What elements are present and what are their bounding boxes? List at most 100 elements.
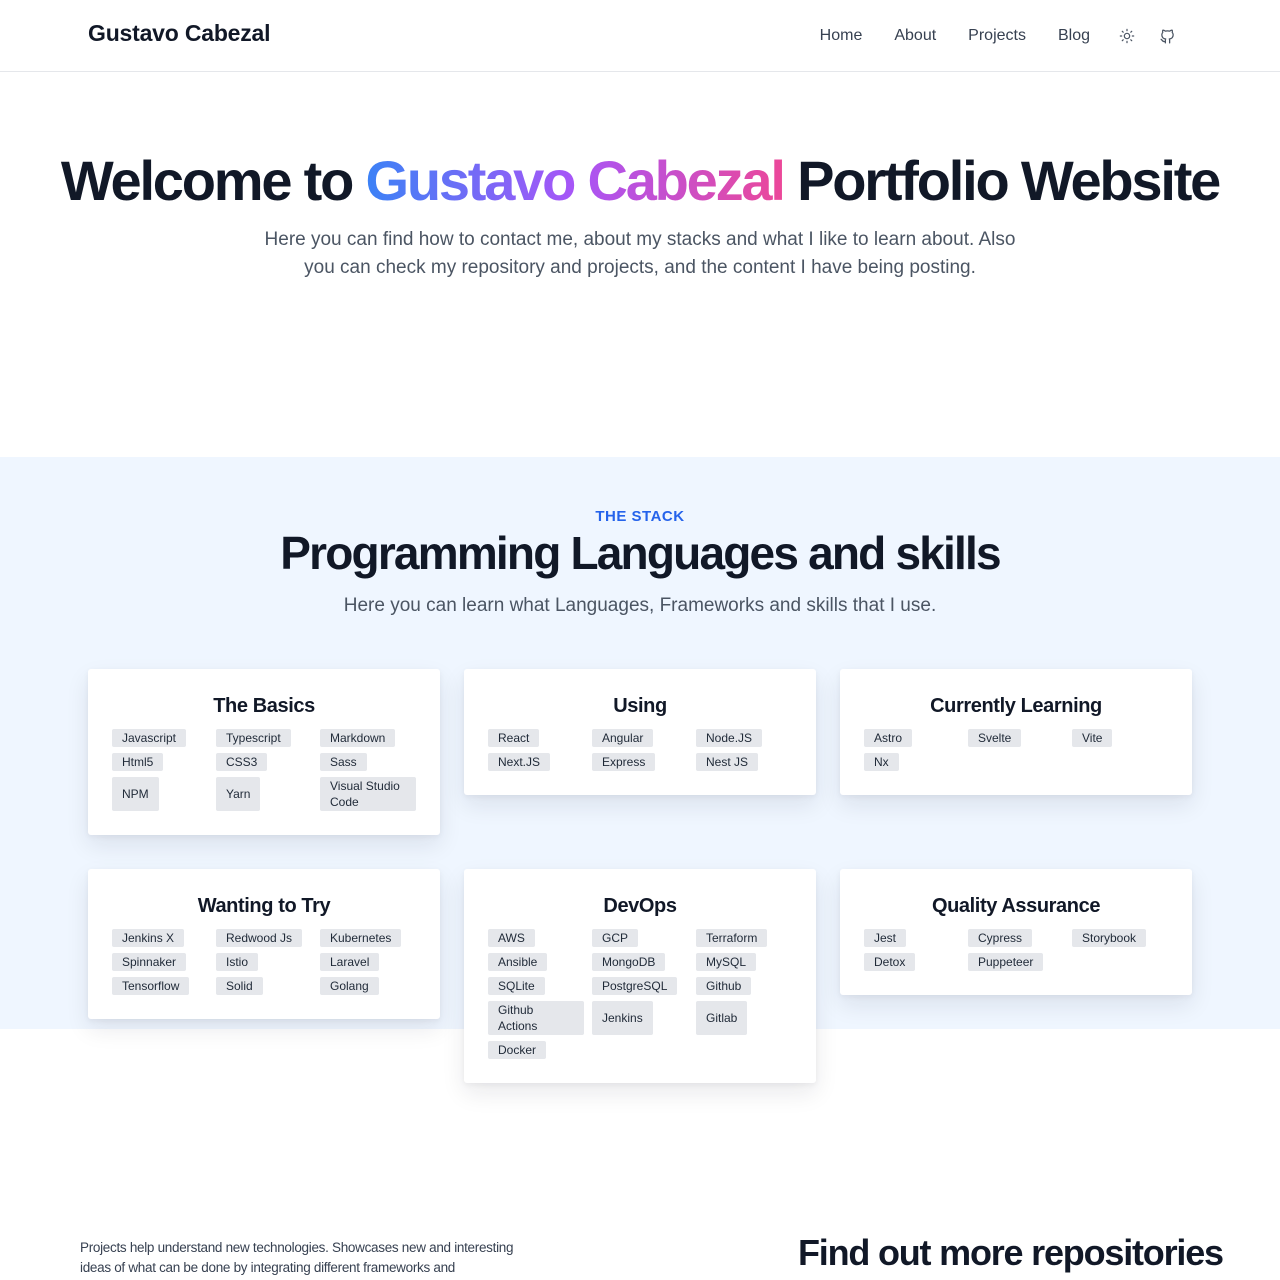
skill-tag: Spinnaker bbox=[112, 953, 187, 971]
tag-cell: Vite bbox=[1072, 729, 1168, 747]
skill-card-currently-learning: Currently Learning Astro Svelte Vite Nx bbox=[840, 669, 1192, 795]
skill-tag: Markdown bbox=[320, 729, 396, 747]
skill-tag: CSS3 bbox=[216, 753, 268, 771]
skill-tag: Laravel bbox=[320, 953, 380, 971]
tag-cell: Tensorflow bbox=[112, 977, 208, 995]
nav-home[interactable]: Home bbox=[820, 27, 863, 45]
nav-about[interactable]: About bbox=[894, 27, 936, 45]
skill-card-quality-assurance: Quality Assurance Jest Cypress Storybook De… bbox=[840, 869, 1192, 995]
skill-tag: Golang bbox=[320, 977, 379, 995]
tag-cell: Detox bbox=[864, 953, 960, 971]
skill-tag: Cypress bbox=[968, 929, 1033, 947]
tag-list: React Angular Node.JS Next.JS Express Nest JS bbox=[488, 729, 792, 771]
card-title: Using bbox=[613, 695, 667, 717]
skill-tag: Puppeteer bbox=[968, 953, 1044, 971]
skill-card-devops: DevOps AWS GCP Terraform Ansible MongoDB MySQ… bbox=[464, 869, 816, 1083]
tag-cell: Terraform bbox=[696, 929, 792, 947]
card-title: Wanting to Try bbox=[197, 895, 331, 917]
tag-cell: CSS3 bbox=[216, 753, 312, 771]
tag-cell: MySQL bbox=[696, 953, 792, 971]
skill-tag: Yarn bbox=[216, 777, 261, 811]
nav-projects[interactable]: Projects bbox=[968, 27, 1026, 45]
skill-tag: Istio bbox=[216, 953, 259, 971]
skill-tag: Github bbox=[696, 977, 752, 995]
tag-cell: Nest JS bbox=[696, 753, 792, 771]
tag-cell: Puppeteer bbox=[968, 953, 1064, 971]
card-title: Quality Assurance bbox=[931, 895, 1101, 917]
skill-tag: SQLite bbox=[488, 977, 545, 995]
nav-blog[interactable]: Blog bbox=[1058, 27, 1090, 45]
skill-tag: Vite bbox=[1072, 729, 1113, 747]
stack-title: Programming Languages and skills bbox=[280, 527, 1001, 579]
projects-description: Projects help understand new technologie… bbox=[80, 1240, 514, 1275]
skill-tag: Jenkins X bbox=[112, 929, 185, 947]
skill-card-basics: The Basics Javascript Typescript Markdown H… bbox=[88, 669, 440, 835]
tag-list: AWS GCP Terraform Ansible MongoDB MySQL SQLite… bbox=[488, 929, 792, 1059]
skill-tag: NPM bbox=[112, 777, 159, 811]
hero-subtitle: Here you can find how to contact me, abo… bbox=[264, 229, 1016, 278]
skill-tag: GCP bbox=[592, 929, 639, 947]
tag-cell: Markdown bbox=[320, 729, 416, 747]
tag-cell: AWS bbox=[488, 929, 584, 947]
tag-cell: Nx bbox=[864, 753, 960, 771]
github-link[interactable] bbox=[1158, 27, 1176, 45]
tag-cell: Kubernetes bbox=[320, 929, 416, 947]
skill-tag: Javascript bbox=[112, 729, 187, 747]
skill-tag: Astro bbox=[864, 729, 913, 747]
tag-cell: Svelte bbox=[968, 729, 1064, 747]
tag-cell: Next.JS bbox=[488, 753, 584, 771]
skill-tag: Svelte bbox=[968, 729, 1022, 747]
site-header: Gustavo Cabezal Home About Projects Blog bbox=[0, 0, 1280, 72]
tag-list: Astro Svelte Vite Nx bbox=[864, 729, 1168, 771]
skill-tag: PostgreSQL bbox=[592, 977, 678, 995]
skill-tag: Redwood Js bbox=[216, 929, 303, 947]
tag-list: Jenkins X Redwood Js Kubernetes Spinnaker Is… bbox=[112, 929, 416, 995]
card-title: Currently Learning bbox=[930, 695, 1102, 717]
tag-cell: Typescript bbox=[216, 729, 312, 747]
theme-toggle-button[interactable] bbox=[1118, 27, 1136, 45]
tag-cell: Jenkins bbox=[592, 1001, 688, 1035]
stack-subtitle: Here you can learn what Languages, Frame… bbox=[343, 595, 937, 616]
skill-tag: Tensorflow bbox=[112, 977, 190, 995]
skill-tag: Nest JS bbox=[696, 753, 759, 771]
tag-cell: Solid bbox=[216, 977, 312, 995]
tag-cell: GCP bbox=[592, 929, 688, 947]
tag-cell: Ansible bbox=[488, 953, 584, 971]
skill-tag: Sass bbox=[320, 753, 367, 771]
tag-cell: Sass bbox=[320, 753, 416, 771]
skill-tag: Node.JS bbox=[696, 729, 763, 747]
tag-cell: Golang bbox=[320, 977, 416, 995]
skill-tag: Express bbox=[592, 753, 656, 771]
tag-cell: Gitlab bbox=[696, 1001, 792, 1035]
tag-cell: MongoDB bbox=[592, 953, 688, 971]
tag-cell: PostgreSQL bbox=[592, 977, 688, 995]
hero-title-highlight: Gustavo Cabezal bbox=[365, 149, 785, 212]
skill-tag: Terraform bbox=[696, 929, 768, 947]
card-title: DevOps bbox=[603, 895, 677, 917]
tag-cell: Github bbox=[696, 977, 792, 995]
tag-cell: NPM bbox=[112, 777, 208, 811]
tag-cell: Jest bbox=[864, 929, 960, 947]
skill-tag: Typescript bbox=[216, 729, 291, 747]
tag-cell: Jenkins X bbox=[112, 929, 208, 947]
tag-cell: SQLite bbox=[488, 977, 584, 995]
sun-icon bbox=[1119, 28, 1135, 44]
tag-cell: Storybook bbox=[1072, 929, 1168, 947]
skill-tag: Detox bbox=[864, 953, 916, 971]
skill-tag: Kubernetes bbox=[320, 929, 402, 947]
skill-tag: Gitlab bbox=[696, 1001, 748, 1035]
tag-cell: Javascript bbox=[112, 729, 208, 747]
projects-title: Find out more repositories in my Project… bbox=[798, 1232, 1224, 1280]
tag-list: Jest Cypress Storybook Detox Puppeteer bbox=[864, 929, 1168, 971]
site-brand[interactable]: Gustavo Cabezal bbox=[88, 20, 271, 47]
tag-cell: Express bbox=[592, 753, 688, 771]
hero-title: Welcome to Gustavo Cabezal Portfolio Web… bbox=[0, 148, 1280, 213]
tag-list: Javascript Typescript Markdown Html5 CSS3 Sas… bbox=[112, 729, 416, 811]
hero-title-before: Welcome to bbox=[60, 149, 366, 212]
skill-tag: Solid bbox=[216, 977, 263, 995]
skill-tag: Angular bbox=[592, 729, 654, 747]
skill-tag: Nx bbox=[864, 753, 899, 771]
skill-tag: React bbox=[488, 729, 540, 747]
tag-cell: Laravel bbox=[320, 953, 416, 971]
skill-tag: Storybook bbox=[1072, 929, 1147, 947]
